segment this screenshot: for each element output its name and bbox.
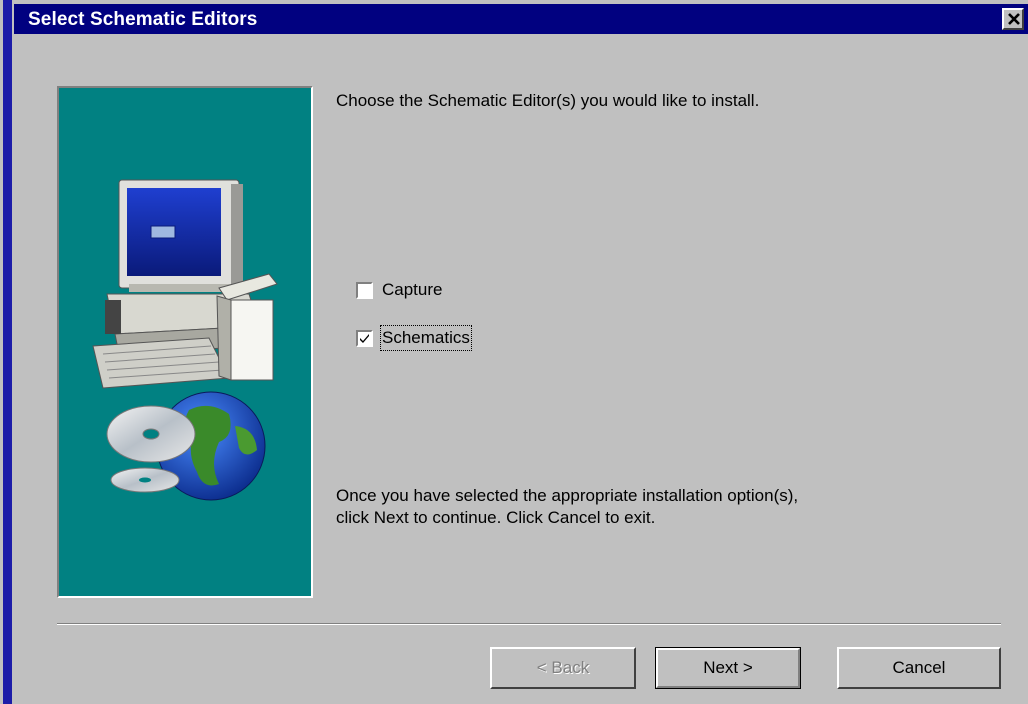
next-button[interactable]: Next > <box>655 647 801 689</box>
title-bar[interactable]: Select Schematic Editors <box>14 4 1028 34</box>
window-left-border <box>0 0 14 704</box>
back-button[interactable]: < Back <box>490 647 636 689</box>
close-button[interactable] <box>1002 8 1024 30</box>
cancel-button-label: Cancel <box>892 658 946 677</box>
separator <box>57 623 1001 625</box>
next-button-label: Next > <box>703 658 753 677</box>
schematics-label[interactable]: Schematics <box>380 325 472 351</box>
capture-checkbox[interactable] <box>356 282 373 299</box>
computer-with-cd-and-globe-illustration <box>92 179 278 501</box>
footer-text-line2: click Next to continue. Click Cancel to … <box>336 508 656 527</box>
cancel-button[interactable]: Cancel <box>837 647 1001 689</box>
capture-label[interactable]: Capture <box>382 279 442 301</box>
window-title: Select Schematic Editors <box>28 9 258 30</box>
back-button-label: < Back <box>536 658 590 677</box>
schematics-checkbox[interactable] <box>356 330 373 347</box>
instruction-text: Choose the Schematic Editor(s) you would… <box>336 91 760 110</box>
footer-text-line1: Once you have selected the appropriate i… <box>336 486 799 505</box>
checkmark-icon <box>360 334 369 343</box>
close-icon <box>1008 13 1020 25</box>
illustration-panel <box>57 86 313 598</box>
